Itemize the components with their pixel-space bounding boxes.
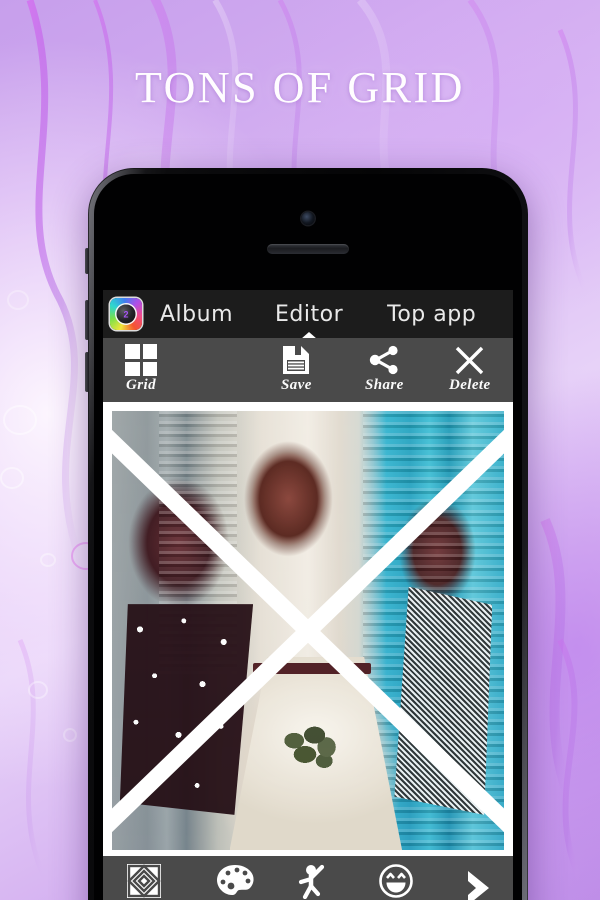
phone-mockup: 2 Album Editor Top app Grid Save Share D… (88, 168, 528, 900)
save-button-label: Save (281, 377, 312, 393)
grid-button-label: Grid (126, 377, 156, 393)
patterns-button[interactable]: Patterns (119, 863, 170, 900)
paint-palette-icon (216, 863, 256, 899)
chevron-right-icon (461, 870, 495, 900)
collage-grid[interactable] (112, 411, 504, 850)
share-nodes-icon (368, 344, 400, 376)
nav-tab-editor[interactable]: Editor (275, 302, 343, 327)
collage-canvas-area (103, 402, 513, 856)
phone-screen: 2 Album Editor Top app Grid Save Share D… (103, 290, 513, 900)
earpiece-speaker (267, 244, 349, 254)
promo-headline: TONS OF GRID (135, 63, 465, 112)
close-x-icon (454, 344, 485, 376)
share-button-label: Share (365, 377, 404, 393)
collage-x-divider (112, 411, 504, 850)
editor-bottom-bar: Patterns Color Grid (103, 856, 513, 900)
diamond-pattern-icon (127, 863, 162, 899)
share-button[interactable]: Share (365, 344, 404, 394)
next-button[interactable] (461, 870, 495, 900)
sticker-smiley-button[interactable]: Sticker (375, 863, 418, 900)
phone-mute-switch (85, 248, 89, 274)
grid-2x2-icon (125, 344, 157, 376)
delete-button[interactable]: Delete (449, 344, 491, 394)
nav-tab-album[interactable]: Album (160, 302, 233, 327)
editor-toolbar: Grid Save Share Delete (103, 338, 513, 402)
app-logo-badge: 2 (116, 304, 136, 324)
app-logo-camera-icon[interactable]: 2 (110, 298, 142, 330)
phone-volume-down-button (85, 352, 89, 392)
stick-figure-icon (296, 863, 328, 899)
sticker-figure-button[interactable]: Sticker (291, 863, 334, 900)
delete-button-label: Delete (449, 377, 491, 393)
save-button[interactable]: Save (281, 344, 312, 394)
front-camera-icon (301, 212, 315, 225)
smiley-face-icon (379, 863, 414, 899)
floppy-disk-icon (281, 344, 311, 376)
grid-button[interactable]: Grid (125, 344, 157, 394)
nav-tab-top-app[interactable]: Top app (387, 302, 476, 327)
color-grid-button[interactable]: Color Grid (203, 863, 269, 900)
app-nav-bar: 2 Album Editor Top app (103, 290, 513, 339)
phone-volume-up-button (85, 300, 89, 340)
